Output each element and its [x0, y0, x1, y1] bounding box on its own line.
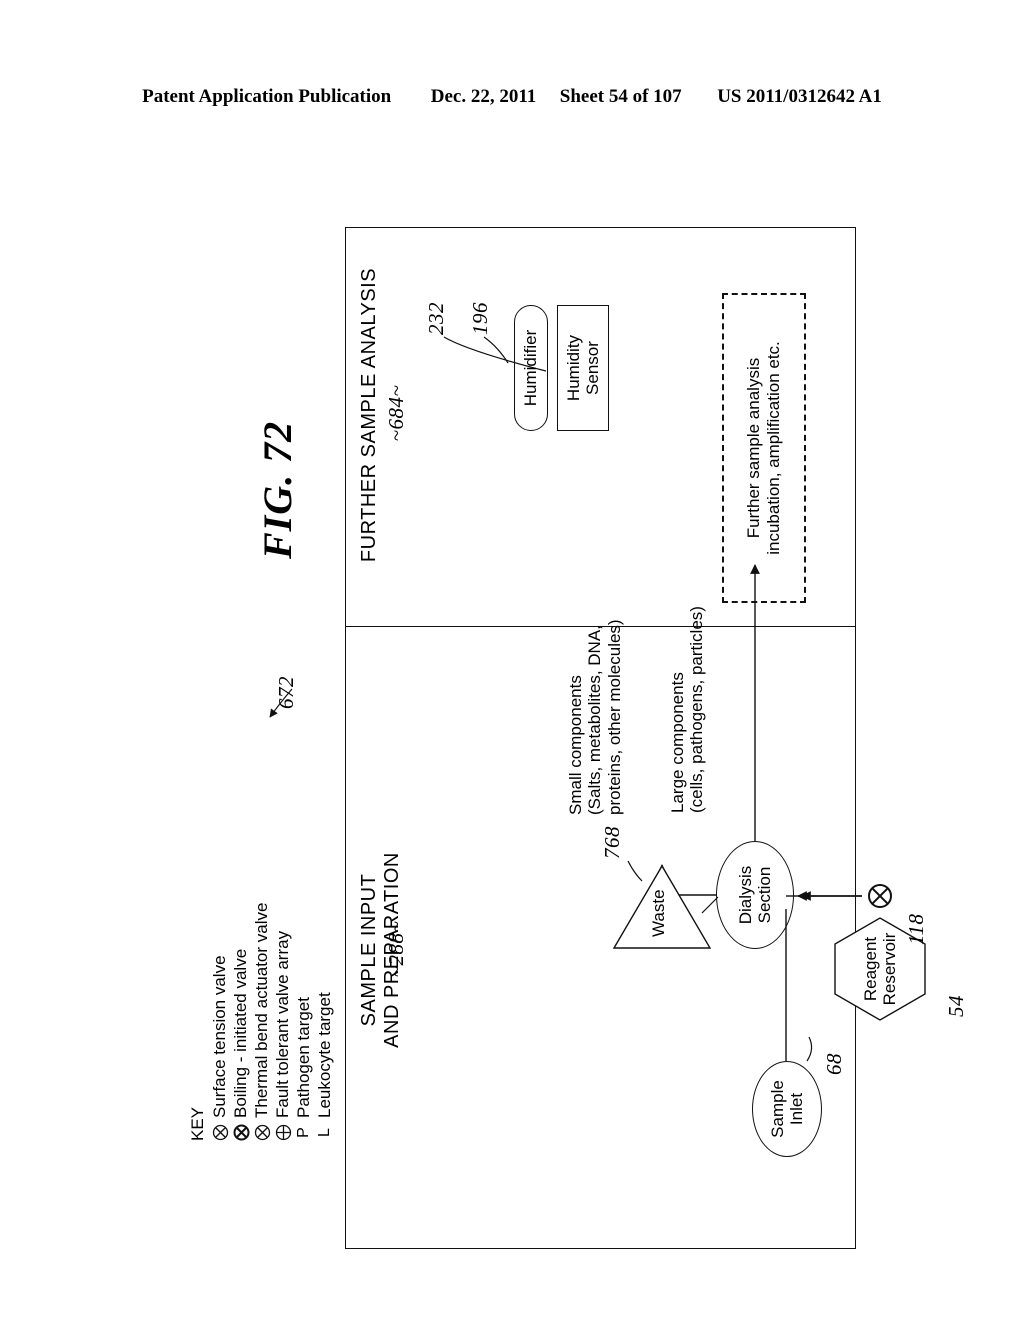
ref-number-54: 54 [944, 995, 968, 1017]
letter-p-icon: P [295, 1127, 313, 1138]
node-further-analysis-box[interactable]: Further sample analysis incubation, ampl… [722, 293, 806, 603]
ref-number-232: 232 [424, 302, 448, 335]
key-item-pathogen-target: P Pathogen target [294, 903, 315, 1141]
node-dialysis-section-label: Dialysis Section [735, 865, 774, 925]
header-date: Dec. 22, 2011 [430, 86, 537, 107]
header-patent-number: US 2011/0312642 A1 [717, 86, 882, 107]
key-item-label: Pathogen target [293, 997, 313, 1118]
page-header: Patent Application Publication Dec. 22, … [0, 86, 1024, 108]
key-item-thermal-bend-actuator-valve: Thermal bend actuator valve [252, 903, 273, 1141]
crossed-circle-bold-icon [233, 1124, 250, 1141]
node-sample-inlet[interactable]: Sample Inlet [752, 1061, 822, 1157]
key-item-fault-tolerant-valve-array: Fault tolerant valve array [273, 903, 294, 1141]
node-dialysis-section[interactable]: Dialysis Section [716, 841, 794, 949]
flow-label-large-components: Large components (cells, pathogens, part… [668, 606, 707, 813]
key-item-label: Surface tension valve [209, 955, 229, 1118]
key-item-surface-tension-valve: Surface tension valve [210, 903, 231, 1141]
node-waste[interactable]: Waste [612, 864, 712, 949]
key-item-label: Fault tolerant valve array [272, 930, 292, 1118]
key-item-label: Leukocyte target [314, 992, 334, 1118]
node-humidifier[interactable]: Humidifier [514, 305, 548, 431]
figure-caption: FIG. 72 [255, 420, 300, 559]
ref-number-68: 68 [822, 1053, 846, 1075]
ref-number-196: 196 [468, 302, 492, 335]
valve-symbol-118[interactable] [867, 883, 893, 909]
ref-number-288: ~288~ [384, 920, 408, 978]
key-item-boiling-initiated-valve: Boiling - initiated valve [231, 903, 252, 1141]
node-humidifier-label: Humidifier [521, 329, 540, 407]
node-humidity-sensor[interactable]: Humidity Sensor [557, 305, 609, 431]
ref-number-672: 672 [274, 676, 298, 709]
key-item-label: Thermal bend actuator valve [251, 902, 271, 1118]
patent-figure: SAMPLE INPUT AND PREPARATION ~288~ FURTH… [162, 215, 968, 1265]
crossed-circle-icon [254, 1124, 271, 1141]
node-sample-inlet-label: Sample Inlet [767, 1080, 806, 1138]
ref-number-768: 768 [600, 826, 624, 859]
section-title-further-analysis: FURTHER SAMPLE ANALYSIS [358, 267, 380, 563]
letter-l-icon: L [316, 1128, 334, 1137]
key-item-label: Boiling - initiated valve [230, 948, 250, 1118]
key-legend-title: KEY [188, 1106, 207, 1141]
key-legend: KEY Surface tension valve Boiling - init… [188, 903, 336, 1141]
header-sheet: Sheet 54 of 107 [559, 86, 682, 107]
node-waste-label: Waste [649, 889, 668, 937]
ref-number-118: 118 [904, 913, 928, 945]
plus-circle-icon [275, 1124, 292, 1141]
header-publication: Patent Application Publication [142, 86, 392, 107]
flow-label-small-components: Small components (Salts, metabolites, DN… [566, 619, 624, 815]
crossed-circle-icon [212, 1124, 229, 1141]
ref-number-684: ~684~ [384, 384, 408, 442]
crossed-circle-icon [868, 884, 892, 908]
key-item-leukocyte-target: L Leukocyte target [315, 903, 336, 1141]
